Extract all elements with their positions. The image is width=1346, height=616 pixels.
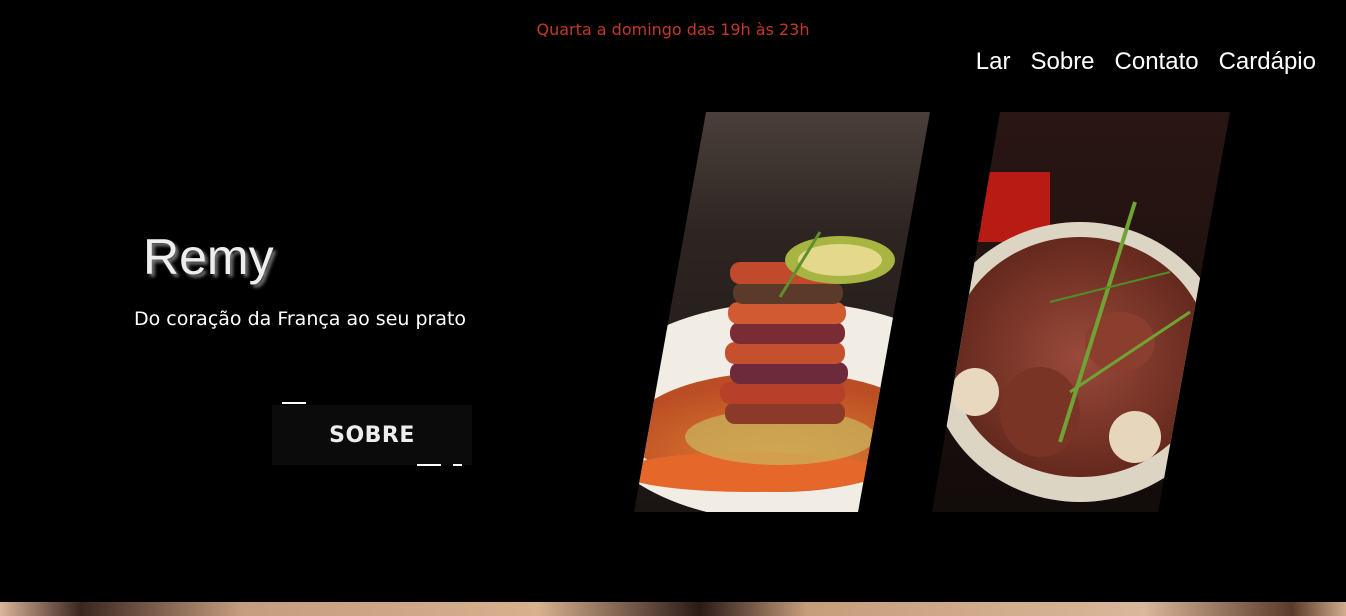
- nav-link-home[interactable]: Lar: [976, 48, 1011, 76]
- button-accent-line: [417, 464, 441, 466]
- coq-au-vin-photo: [932, 112, 1230, 512]
- about-button[interactable]: SOBRE: [272, 405, 472, 465]
- photo-gallery: [600, 112, 1300, 512]
- nav-link-contact[interactable]: Contato: [1115, 48, 1199, 76]
- next-section-image-edge: [0, 602, 1346, 616]
- brand-title: Remy: [143, 229, 274, 285]
- page: Quarta a domingo das 19h às 23h Lar Sobr…: [0, 0, 1346, 616]
- ratatouille-photo: [634, 112, 930, 512]
- button-accent-line: [453, 464, 462, 466]
- hero-tagline: Do coração da França ao seu prato: [134, 308, 467, 330]
- about-button-wrapper: SOBRE: [272, 398, 472, 468]
- nav-link-about[interactable]: Sobre: [1030, 48, 1094, 76]
- main-nav: Lar Sobre Contato Cardápio: [976, 48, 1316, 76]
- nav-link-menu[interactable]: Cardápio: [1219, 48, 1316, 76]
- opening-hours: Quarta a domingo das 19h às 23h: [536, 20, 810, 39]
- button-accent-line: [282, 402, 306, 404]
